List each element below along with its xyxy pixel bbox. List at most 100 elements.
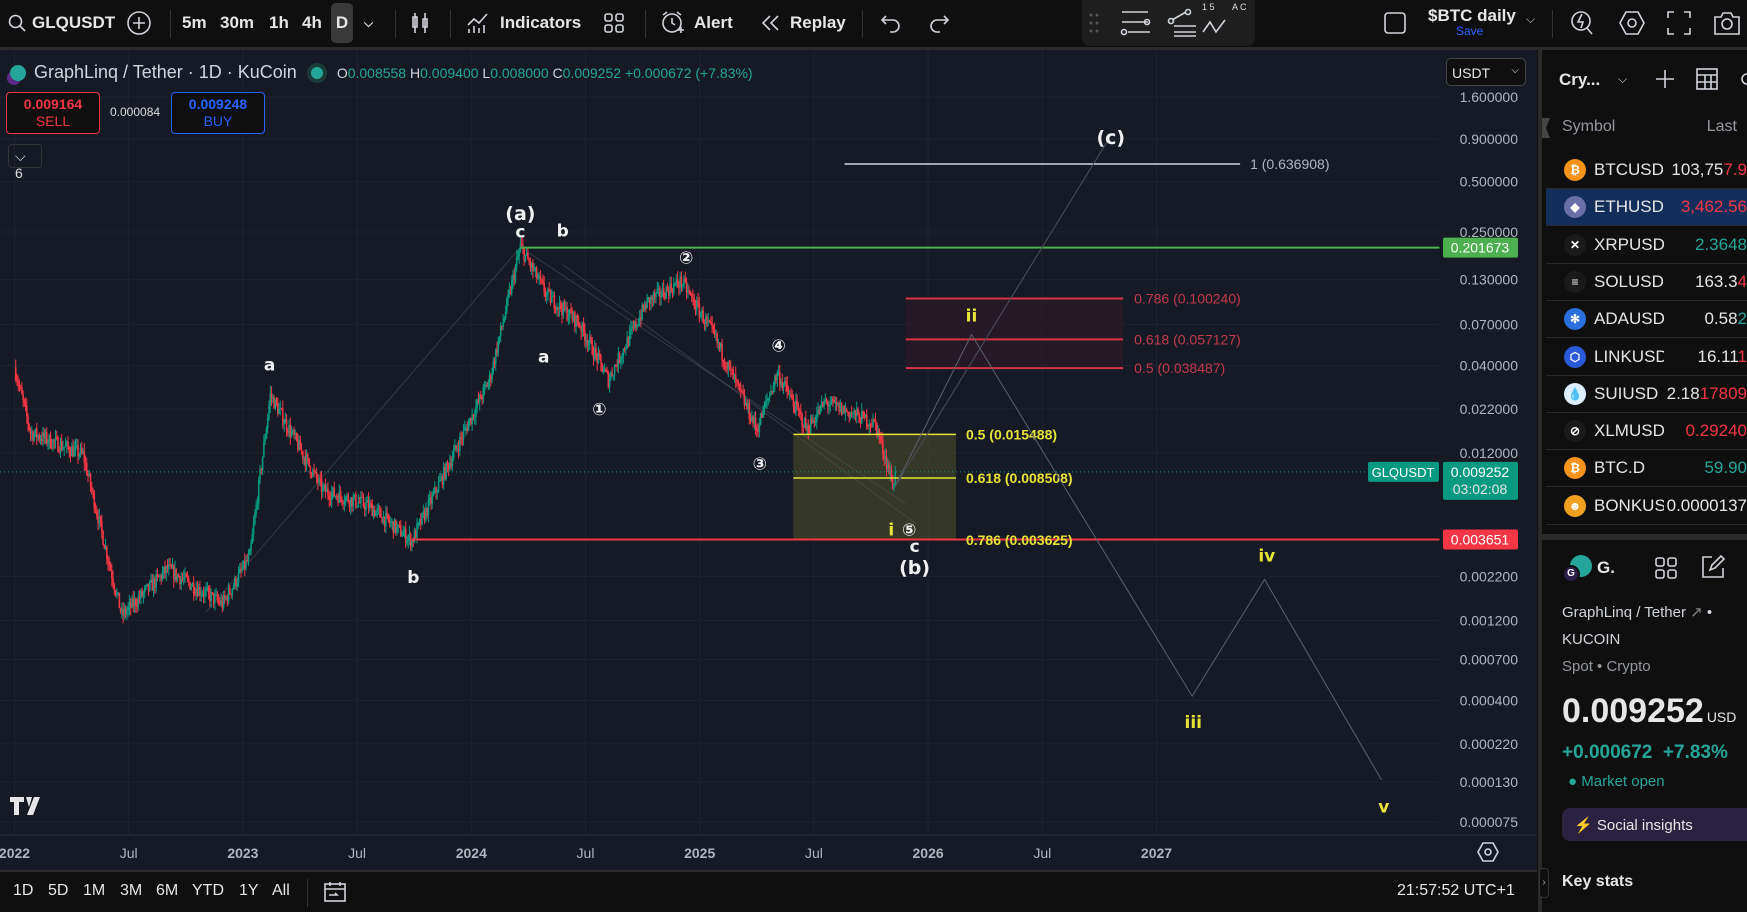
candle <box>459 436 461 451</box>
details-full-name[interactable]: GraphLinq / Tether ↗ • <box>1562 603 1712 621</box>
interval-1h[interactable]: 1h <box>269 0 289 46</box>
candle <box>92 490 94 493</box>
symbol: XLMUSD <box>1594 421 1664 441</box>
watchlist-row-xrpusd[interactable]: ✕ XRPUSD 2.3648 <box>1546 227 1747 264</box>
range-3m[interactable]: 3M <box>120 882 142 900</box>
candle <box>860 411 863 424</box>
symbol-search-button[interactable]: GLQUSDT <box>8 0 115 46</box>
save-layout-button[interactable]: Save <box>1456 24 1483 38</box>
watchlist-resize-handle[interactable] <box>1542 118 1550 138</box>
watchlist-row-ethusd[interactable]: ◆ ETHUSD 3,462.56 <box>1546 189 1747 227</box>
candle <box>185 573 188 577</box>
range-ytd[interactable]: YTD <box>192 882 224 900</box>
sell-button[interactable]: 0.009164 SELL <box>6 92 100 134</box>
layout-chevron-icon[interactable]: ⌵ <box>1526 12 1535 27</box>
candle <box>455 445 457 449</box>
clock-timezone[interactable]: 21:57:52 UTC+1 <box>1397 882 1515 900</box>
price-tick-label: 0.022000 <box>1460 401 1519 417</box>
settings-gear-icon[interactable] <box>1618 9 1646 37</box>
candle <box>792 399 795 407</box>
social-insights-button[interactable]: ⚡ Social insights <box>1562 808 1747 841</box>
column-symbol[interactable]: Symbol <box>1562 118 1615 136</box>
candle <box>24 402 27 406</box>
indicators-collapse-toggle[interactable]: ⌵ 6 <box>8 144 42 181</box>
elliott-impulse-wave-icon[interactable] <box>1200 14 1232 36</box>
interval-dropdown-chevron-icon[interactable]: ⌵ <box>364 0 373 46</box>
drag-handle-icon[interactable] <box>1088 12 1100 34</box>
external-link-icon[interactable]: ↗ <box>1690 604 1703 621</box>
watchlist-row-btcusd[interactable]: ₿ BTCUSD 103,757.9 <box>1546 152 1747 189</box>
watchlist-row-solusd[interactable]: ≡ SOLUSD 163.34 <box>1546 264 1747 301</box>
redo-icon[interactable] <box>928 12 950 34</box>
layout-checkbox-icon[interactable] <box>1384 12 1406 34</box>
time-tick-label: 2022 <box>0 845 30 861</box>
advanced-view-table-icon[interactable] <box>1694 66 1720 92</box>
candle <box>630 328 632 331</box>
candles-chart-type-icon[interactable] <box>410 11 432 35</box>
candle <box>613 365 616 376</box>
snapshot-camera-icon[interactable] <box>1712 9 1742 37</box>
fib-retracement-tool-icon[interactable] <box>1166 8 1198 38</box>
candle <box>666 287 669 290</box>
more-options-icon[interactable] <box>1736 68 1747 90</box>
interval-30m[interactable]: 30m <box>220 0 254 46</box>
undo-icon[interactable] <box>880 12 902 34</box>
candle <box>49 434 52 448</box>
candle <box>290 431 293 437</box>
candle <box>435 487 437 493</box>
add-symbol-plus-icon[interactable] <box>1654 68 1676 90</box>
edit-note-icon[interactable] <box>1700 554 1726 580</box>
watchlist-row-xlmusd[interactable]: ⊘ XLMUSD 0.29240 <box>1546 413 1747 451</box>
candle <box>204 590 206 597</box>
interval-4h[interactable]: 4h <box>302 0 322 46</box>
layout-name[interactable]: $BTC daily <box>1428 6 1516 26</box>
go-to-date-icon[interactable] <box>323 881 347 903</box>
candle <box>782 384 785 388</box>
chart-pane[interactable]: 1 (0.636908) 0.786 (0.100240) 0.618 (0.057… <box>0 50 1537 870</box>
candle <box>697 300 699 304</box>
candle <box>591 340 594 355</box>
fullscreen-icon[interactable] <box>1666 10 1692 36</box>
candle <box>550 296 553 303</box>
watchlist-row-linkusd[interactable]: ⬡ LINKUSD 16.111 <box>1546 339 1747 376</box>
interval-d[interactable]: D <box>331 3 353 43</box>
candle <box>688 290 690 292</box>
watchlist-row-btc.d[interactable]: ₿ BTC.D 59.90 <box>1546 450 1747 488</box>
candle <box>341 497 343 503</box>
replay-button[interactable]: Replay <box>760 0 846 46</box>
panel-divider[interactable] <box>1542 534 1747 540</box>
candle <box>432 492 435 495</box>
range-1y[interactable]: 1Y <box>239 882 259 900</box>
candle <box>878 429 881 438</box>
buy-button[interactable]: 0.009248 BUY <box>171 92 265 134</box>
candle <box>335 496 338 498</box>
watchlist-title[interactable]: Cry... <box>1559 70 1600 90</box>
currency-select[interactable]: USDT ⌵ <box>1446 58 1526 86</box>
parallel-lines-tool-icon[interactable] <box>1120 8 1152 38</box>
range-6m[interactable]: 6M <box>156 882 178 900</box>
watchlist-chevron-icon[interactable]: ⌵ <box>1618 72 1627 87</box>
range-1m[interactable]: 1M <box>83 882 105 900</box>
column-last[interactable]: Last <box>1707 118 1737 136</box>
collapse-panel-chevron-icon[interactable]: › <box>1539 868 1549 898</box>
candle <box>506 298 508 312</box>
indicators-button[interactable]: Indicators <box>466 0 581 46</box>
quick-search-lightning-icon[interactable] <box>1570 9 1598 37</box>
price-tick-label: 0.001200 <box>1460 612 1519 628</box>
alert-button[interactable]: Alert <box>660 0 733 46</box>
price-chart[interactable]: 1 (0.636908) 0.786 (0.100240) 0.618 (0.057… <box>0 50 1537 870</box>
watchlist-row-adausd[interactable]: ✻ ADAUSD 0.582 <box>1546 301 1747 339</box>
range-5d[interactable]: 5D <box>48 882 68 900</box>
watchlist-row-suiusd[interactable]: 💧 SUIUSD 2.1817809 <box>1546 376 1747 413</box>
grid-view-icon[interactable] <box>1654 556 1678 580</box>
templates-grid-icon[interactable] <box>603 12 625 34</box>
chart-symbol-title[interactable]: GraphLinq / Tether · 1D · KuCoin <box>34 62 297 83</box>
range-all[interactable]: All <box>272 882 290 900</box>
watchlist-row-bonkus[interactable]: ☻ BONKUS 0.0000137 <box>1546 488 1747 525</box>
candle <box>689 291 692 294</box>
interval-5m[interactable]: 5m <box>182 0 207 46</box>
range-1d[interactable]: 1D <box>13 882 33 900</box>
coin-icon: ☻ <box>1564 494 1586 517</box>
compare-plus-icon[interactable] <box>126 10 152 36</box>
time-axis-settings-icon[interactable] <box>1477 841 1499 863</box>
